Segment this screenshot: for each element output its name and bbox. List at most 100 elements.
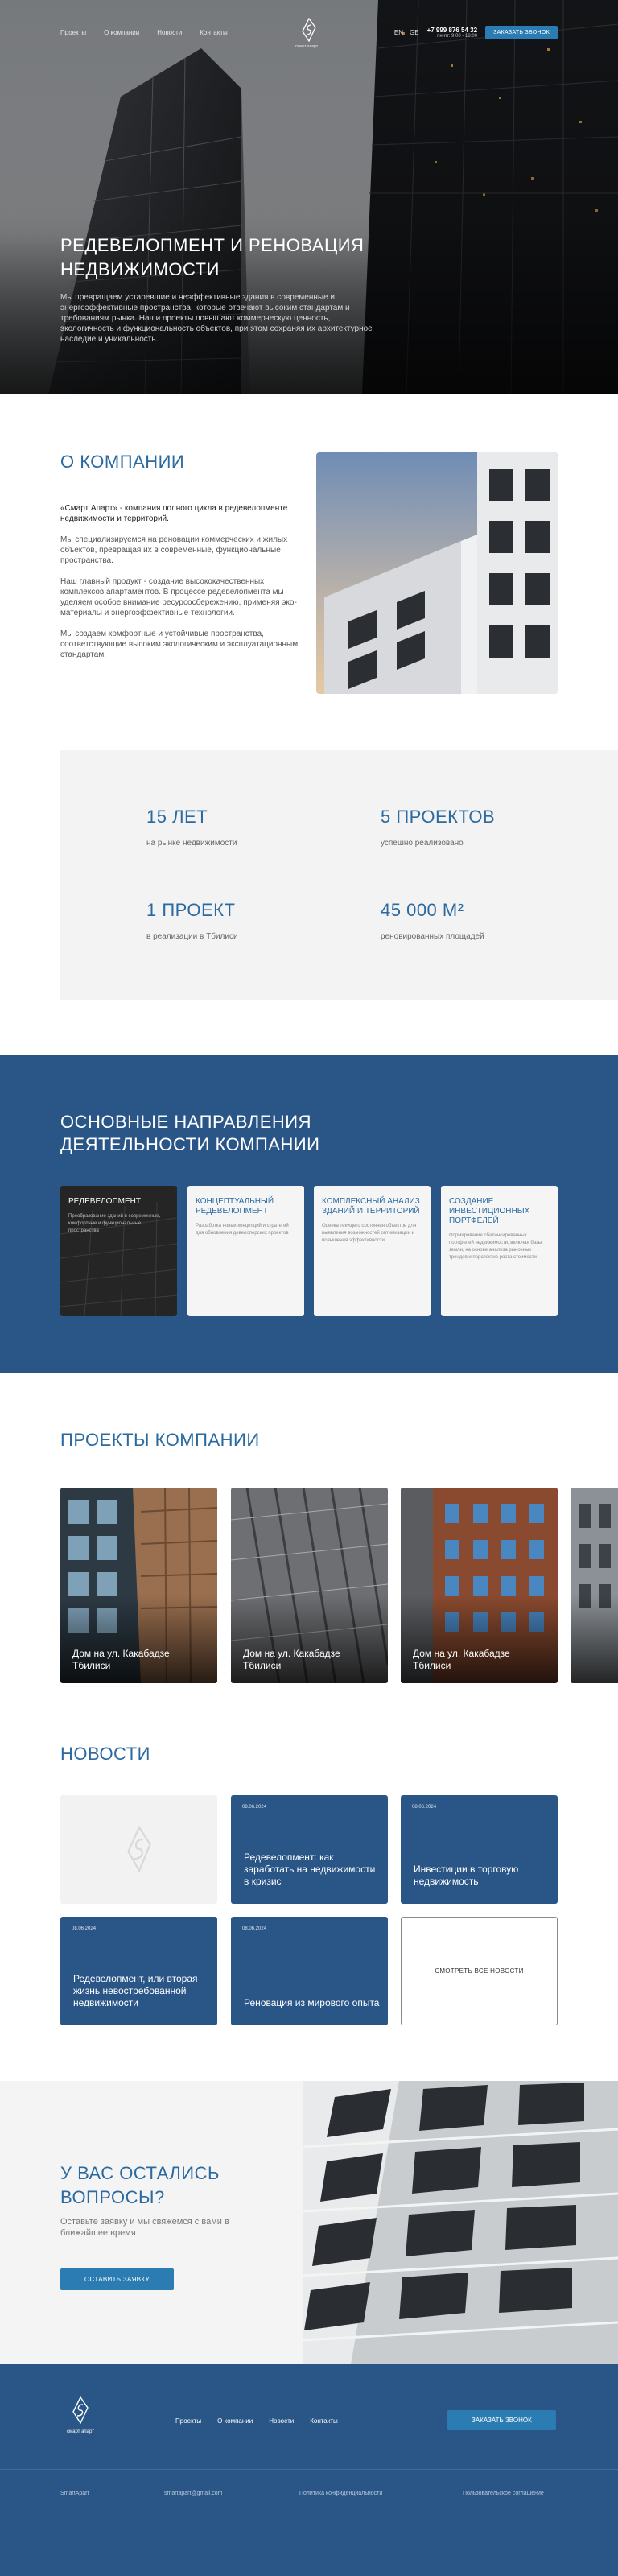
project-card-partial[interactable] bbox=[571, 1488, 618, 1683]
cta-title: У ВАС ОСТАЛИСЬ ВОПРОСЫ? bbox=[60, 2163, 220, 2207]
stat-label: в реализации в Тбилиси bbox=[146, 932, 238, 941]
stat-label: успешно реализовано bbox=[381, 839, 464, 848]
language-switcher: EN GE bbox=[394, 29, 419, 36]
stat-value: 5 ПРОЕКТОВ bbox=[381, 807, 496, 827]
direction-card-portfolio[interactable]: СОЗДАНИЕ ИНВЕСТИЦИОННЫХ ПОРТФЕЛЕЙ Формир… bbox=[441, 1186, 558, 1316]
logo-icon bbox=[302, 17, 316, 43]
contact-cta-section: У ВАС ОСТАЛИСЬ ВОПРОСЫ? Оставьте заявку … bbox=[0, 2081, 618, 2364]
phone-block: +7 999 876 54 32 пн-пт: 9:00 - 18:00 bbox=[427, 27, 478, 39]
direction-card-redevelopment[interactable]: РЕДЕВЕЛОПМЕНТ Преобразование зданий в со… bbox=[60, 1186, 177, 1316]
footer-nav: Проекты О компании Новости Контакты bbox=[175, 2417, 338, 2425]
about-text: «Смарт Апарт» - компания полного цикла в… bbox=[60, 503, 302, 660]
direction-card-analysis[interactable]: КОМПЛЕКСНЫЙ АНАЛИЗ ЗДАНИЙ И ТЕРРИТОРИЙ О… bbox=[314, 1186, 431, 1316]
footer-link-projects[interactable]: Проекты bbox=[175, 2417, 201, 2425]
about-building-image bbox=[316, 452, 558, 694]
news-card[interactable]: 08.06.2024 Реновация из мирового опыта bbox=[231, 1917, 388, 2025]
phone-number[interactable]: +7 999 876 54 32 bbox=[427, 27, 478, 34]
direction-card-title: РЕДЕВЕЛОПМЕНТ bbox=[68, 1197, 141, 1206]
working-hours: пн-пт: 9:00 - 18:00 bbox=[437, 33, 478, 39]
direction-card-desc: Оценка текущего состояния объектов для в… bbox=[322, 1224, 417, 1243]
direction-card-title: СОЗДАНИЕ ИНВЕСТИЦИОННЫХ ПОРТФЕЛЕЙ bbox=[449, 1197, 530, 1225]
logo-text: смарт апарт bbox=[67, 2429, 94, 2434]
call-request-button[interactable]: ЗАКАЗАТЬ ЗВОНОК bbox=[485, 25, 558, 39]
projects-title: ПРОЕКТЫ КОМПАНИИ bbox=[60, 1430, 260, 1450]
hero-text: Мы превращаем устаревшие и неэффективные… bbox=[60, 293, 373, 344]
stat-area: 45 000 М² реновированных площадей bbox=[381, 900, 484, 941]
project-card[interactable]: Дом на ул. Какабадзе Тбилиси bbox=[60, 1488, 217, 1683]
direction-card-desc: Преобразование зданий в современные, ком… bbox=[68, 1214, 161, 1233]
submit-request-button[interactable]: ОСТАВИТЬ ЗАЯВКУ bbox=[60, 2268, 174, 2290]
lang-ge[interactable]: GE bbox=[410, 29, 419, 36]
news-card[interactable]: 08.06.2024 Инвестиции в торговую недвижи… bbox=[401, 1795, 558, 1904]
stat-label: реновированных площадей bbox=[381, 932, 484, 941]
about-title: О КОМПАНИИ bbox=[60, 452, 185, 472]
footer-privacy-link[interactable]: Политика конфиденциальности bbox=[299, 2491, 382, 2496]
news-card[interactable]: 08.06.2024 Редевелопмент: как заработать… bbox=[231, 1795, 388, 1904]
directions-title: ОСНОВНЫЕ НАПРАВЛЕНИЯ ДЕЯТЕЛЬНОСТИ КОМПАН… bbox=[60, 1112, 320, 1154]
about-photo bbox=[316, 452, 558, 694]
footer-call-request-button[interactable]: ЗАКАЗАТЬ ЗВОНОК bbox=[447, 2410, 556, 2430]
logo-watermark-icon bbox=[127, 1825, 151, 1873]
nav-links: Проекты О компании Новости Контакты bbox=[60, 29, 228, 36]
footer-email-link[interactable]: smartapart@gmail.com bbox=[164, 2491, 222, 2496]
projects-section: ПРОЕКТЫ КОМПАНИИ Дом на ул. Какабадзе Тб… bbox=[0, 1373, 618, 1711]
footer-link-news[interactable]: Новости bbox=[269, 2417, 294, 2425]
direction-card-concept[interactable]: КОНЦЕПТУАЛЬНЫЙ РЕДЕВЕЛОПМЕНТ Разработка … bbox=[187, 1186, 304, 1316]
cta-text: Оставьте заявку и мы свяжемся с вами в б… bbox=[60, 2217, 229, 2238]
footer-logo[interactable]: смарт апарт bbox=[60, 2396, 101, 2434]
all-news-button[interactable]: СМОТРЕТЬ ВСЕ НОВОСТИ bbox=[401, 1917, 558, 2025]
stats-section: 15 ЛЕТ на рынке недвижимости 5 ПРОЕКТОВ … bbox=[60, 750, 618, 1000]
about-paragraph-1: Мы специализируемся на реновации коммерч… bbox=[60, 535, 288, 565]
project-card[interactable]: Дом на ул. Какабадзе Тбилиси bbox=[231, 1488, 388, 1683]
news-card-title: Реновация из мирового опыта bbox=[244, 1997, 380, 2008]
stat-years: 15 ЛЕТ на рынке недвижимости bbox=[146, 807, 237, 848]
about-paragraph-2: Наш главный продукт - создание высококач… bbox=[60, 577, 297, 617]
top-nav: Проекты О компании Новости Контакты смар… bbox=[60, 17, 558, 49]
project-caption: Дом на ул. Какабадзе Тбилиси bbox=[243, 1648, 340, 1671]
news-card[interactable]: 08.06.2024 Редевелопмент, или вторая жиз… bbox=[60, 1917, 217, 2025]
news-date: 08.06.2024 bbox=[412, 1805, 437, 1810]
news-title: НОВОСТИ bbox=[60, 1744, 150, 1764]
direction-card-title: КОМПЛЕКСНЫЙ АНАЛИЗ ЗДАНИЙ И ТЕРРИТОРИЙ bbox=[322, 1197, 420, 1216]
logo[interactable]: смарт апарт bbox=[295, 17, 319, 49]
stat-value: 45 000 М² bbox=[381, 900, 464, 920]
footer: смарт апарт Проекты О компании Новости К… bbox=[0, 2364, 618, 2576]
nav-link-contacts[interactable]: Контакты bbox=[200, 29, 228, 36]
footer-terms-link[interactable]: Пользовательское соглашение bbox=[463, 2491, 544, 2496]
stat-value: 1 ПРОЕКТ bbox=[146, 900, 236, 920]
news-card-title: Инвестиции в торговую недвижимость bbox=[414, 1864, 519, 1887]
footer-link-about[interactable]: О компании bbox=[217, 2417, 253, 2425]
footer-company: SmartApart bbox=[60, 2491, 89, 2496]
project-caption: Дом на ул. Какабадзе Тбилиси bbox=[413, 1648, 510, 1671]
stat-in-progress: 1 ПРОЕКТ в реализации в Тбилиси bbox=[146, 900, 238, 941]
news-card-title: Редевелопмент: как заработать на недвижи… bbox=[244, 1852, 376, 1887]
footer-link-contacts[interactable]: Контакты bbox=[310, 2417, 338, 2425]
direction-card-title: КОНЦЕПТУАЛЬНЫЙ РЕДЕВЕЛОПМЕНТ bbox=[196, 1197, 274, 1216]
cta-photo bbox=[303, 2081, 618, 2364]
directions-section: ОСНОВНЫЕ НАПРАВЛЕНИЯ ДЕЯТЕЛЬНОСТИ КОМПАН… bbox=[0, 1055, 618, 1373]
footer-divider bbox=[0, 2469, 618, 2470]
direction-card-desc: Формирование сбалансированных портфелей … bbox=[449, 1233, 543, 1260]
stat-value: 15 ЛЕТ bbox=[146, 807, 208, 827]
nav-link-news[interactable]: Новости bbox=[157, 29, 182, 36]
hero-section: Проекты О компании Новости Контакты смар… bbox=[0, 0, 618, 394]
project-caption: Дом на ул. Какабадзе Тбилиси bbox=[72, 1648, 170, 1671]
news-date: 08.06.2024 bbox=[242, 1805, 267, 1810]
logo-icon bbox=[72, 2396, 89, 2425]
news-card-image[interactable] bbox=[60, 1795, 217, 1904]
nav-link-about[interactable]: О компании bbox=[104, 29, 139, 36]
hero-title: РЕДЕВЕЛОПМЕНТ И РЕНОВАЦИЯ НЕДВИЖИМОСТИ bbox=[60, 235, 365, 279]
stat-label: на рынке недвижимости bbox=[146, 839, 237, 848]
project-card[interactable]: Дом на ул. Какабадзе Тбилиси bbox=[401, 1488, 558, 1683]
news-card-title: Редевелопмент, или вторая жизнь невостре… bbox=[73, 1973, 198, 2008]
news-date: 08.06.2024 bbox=[72, 1926, 97, 1931]
stat-projects: 5 ПРОЕКТОВ успешно реализовано bbox=[381, 807, 495, 848]
lang-en[interactable]: EN bbox=[394, 29, 403, 36]
nav-right: EN GE +7 999 876 54 32 пн-пт: 9:00 - 18:… bbox=[394, 25, 558, 39]
about-lead: «Смарт Апарт» - компания полного цикла в… bbox=[60, 504, 288, 523]
news-date: 08.06.2024 bbox=[242, 1926, 267, 1931]
logo-text: смарт апарт bbox=[295, 44, 319, 49]
nav-link-projects[interactable]: Проекты bbox=[60, 29, 86, 36]
news-section: НОВОСТИ 08.06.2024 Редевелопмент: как за… bbox=[0, 1711, 618, 2081]
direction-card-desc: Разработка новых концепций и стратегий д… bbox=[196, 1224, 289, 1236]
